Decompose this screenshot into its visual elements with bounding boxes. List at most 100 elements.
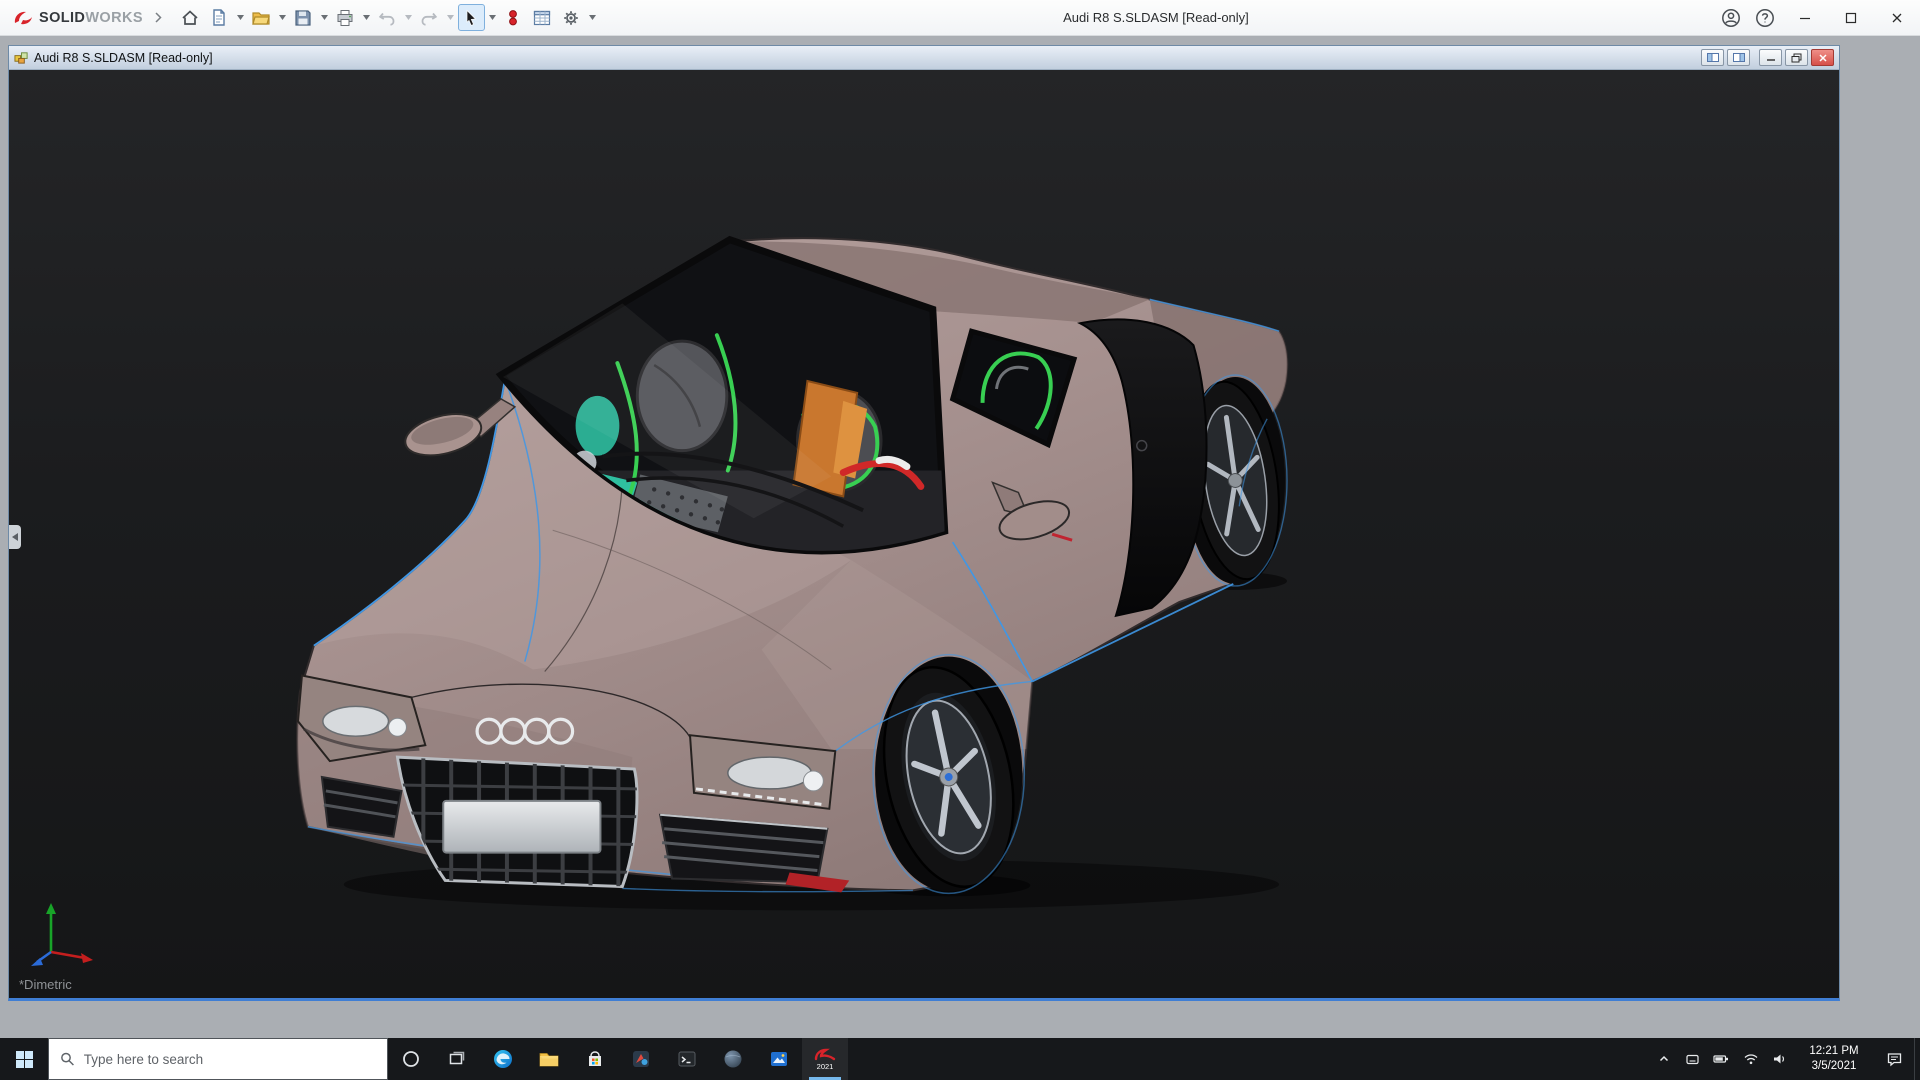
minimize-icon (1766, 53, 1776, 62)
file-explorer-button[interactable] (526, 1038, 572, 1080)
main-toolbar (177, 4, 598, 31)
undo-button[interactable] (374, 4, 401, 31)
home-button[interactable] (177, 4, 204, 31)
app-window-controls (1714, 0, 1920, 36)
windows-logo-icon (16, 1051, 33, 1068)
select-cursor-icon (462, 9, 480, 27)
solidworks-logo-icon (12, 9, 34, 27)
redo-button[interactable] (416, 4, 443, 31)
save-dropdown[interactable] (319, 4, 330, 31)
document-title: Audi R8 S.SLDASM [Read-only] (34, 51, 213, 65)
doc-restore-button[interactable] (1785, 49, 1808, 66)
volume-button[interactable] (1765, 1038, 1794, 1080)
show-desktop-button[interactable] (1914, 1038, 1920, 1080)
graphics-area[interactable]: *Dimetric (9, 70, 1839, 998)
new-document-button[interactable] (206, 4, 233, 31)
command-prompt-icon (677, 1049, 697, 1069)
help-button[interactable] (1748, 0, 1782, 36)
file-properties-button[interactable] (529, 4, 556, 31)
restore-icon (1791, 53, 1802, 63)
doc-pane-left-button[interactable] (1701, 49, 1724, 66)
edge-icon (492, 1048, 514, 1070)
save-button[interactable] (290, 4, 317, 31)
close-icon (1818, 53, 1828, 63)
file-properties-icon (532, 8, 552, 28)
app-minimize-button[interactable] (1782, 0, 1828, 36)
assembly-document-icon (14, 50, 29, 65)
clock-date: 3/5/2021 (1812, 1059, 1857, 1074)
cortana-button[interactable] (388, 1038, 434, 1080)
solidworks-application-window: SOLIDWORKS (0, 0, 1920, 1080)
command-prompt-button[interactable] (664, 1038, 710, 1080)
network-wifi-icon (1743, 1051, 1759, 1067)
document-window: Audi R8 S.SLDASM [Read-only] (8, 45, 1840, 1001)
volume-icon (1772, 1051, 1788, 1067)
pinned-app-button-3[interactable] (756, 1038, 802, 1080)
doc-minimize-button[interactable] (1759, 49, 1782, 66)
select-tool-dropdown[interactable] (487, 4, 498, 31)
app-close-button[interactable] (1874, 0, 1920, 36)
minimize-icon (1799, 12, 1811, 24)
start-button[interactable] (0, 1038, 48, 1080)
toolbar-expand-arrow-icon[interactable] (151, 5, 167, 31)
y-axis (46, 903, 56, 952)
cortana-icon (402, 1050, 420, 1068)
edge-button[interactable] (480, 1038, 526, 1080)
app-window-title: Audi R8 S.SLDASM [Read-only] (598, 10, 1714, 25)
view-orientation-label: *Dimetric (19, 977, 72, 992)
print-dropdown[interactable] (361, 4, 372, 31)
network-button[interactable] (1736, 1038, 1765, 1080)
windows-taskbar: 2021 (0, 1038, 1920, 1080)
options-dropdown[interactable] (587, 4, 598, 31)
taskbar-search[interactable] (48, 1038, 388, 1080)
featuremanager-expand-arrow[interactable] (9, 525, 21, 549)
system-tray: 12:21 PM 3/5/2021 (1649, 1038, 1920, 1080)
options-button[interactable] (558, 4, 585, 31)
new-document-dropdown[interactable] (235, 4, 246, 31)
taskbar-clock[interactable]: 12:21 PM 3/5/2021 (1794, 1038, 1874, 1080)
document-title-bar[interactable]: Audi R8 S.SLDASM [Read-only] (9, 46, 1839, 70)
file-explorer-icon (538, 1048, 560, 1070)
solidworks-taskbar-button[interactable]: 2021 (802, 1038, 848, 1080)
car-model[interactable] (294, 230, 1289, 920)
print-button[interactable] (332, 4, 359, 31)
redo-icon (419, 8, 439, 28)
help-icon (1754, 7, 1776, 29)
task-view-icon (448, 1050, 466, 1068)
brand-name: SOLIDWORKS (39, 10, 143, 26)
z-axis (31, 952, 51, 966)
select-tool-button[interactable] (458, 4, 485, 31)
doc-close-button[interactable] (1811, 49, 1834, 66)
close-icon (1891, 12, 1903, 24)
open-folder-icon (251, 8, 271, 28)
microsoft-store-button[interactable] (572, 1038, 618, 1080)
open-button[interactable] (248, 4, 275, 31)
app-title-bar: SOLIDWORKS (0, 0, 1920, 36)
app-maximize-button[interactable] (1828, 0, 1874, 36)
doc-pane-right-button[interactable] (1727, 49, 1750, 66)
rebuild-button[interactable] (500, 4, 527, 31)
action-center-icon (1886, 1051, 1903, 1068)
open-dropdown[interactable] (277, 4, 288, 31)
touch-keyboard-icon (1685, 1052, 1700, 1067)
pane-left-icon (1707, 53, 1719, 62)
action-center-button[interactable] (1874, 1038, 1914, 1080)
pinned-app-icon-1 (631, 1049, 651, 1069)
mdi-workspace: Audi R8 S.SLDASM [Read-only] (0, 37, 1920, 1038)
battery-button[interactable] (1707, 1038, 1736, 1080)
task-view-button[interactable] (434, 1038, 480, 1080)
undo-dropdown[interactable] (403, 4, 414, 31)
save-icon (293, 8, 313, 28)
redo-dropdown[interactable] (445, 4, 456, 31)
tray-expand-button[interactable] (1649, 1038, 1678, 1080)
solidworks-brand: SOLIDWORKS (0, 9, 151, 27)
pinned-app-button-1[interactable] (618, 1038, 664, 1080)
account-icon (1720, 7, 1742, 29)
solidworks-taskbar-icon (813, 1048, 837, 1062)
search-input[interactable] (84, 1052, 376, 1067)
pinned-app-button-2[interactable] (710, 1038, 756, 1080)
clock-time: 12:21 PM (1809, 1044, 1858, 1059)
undo-icon (377, 8, 397, 28)
account-button[interactable] (1714, 0, 1748, 36)
touch-keyboard-button[interactable] (1678, 1038, 1707, 1080)
